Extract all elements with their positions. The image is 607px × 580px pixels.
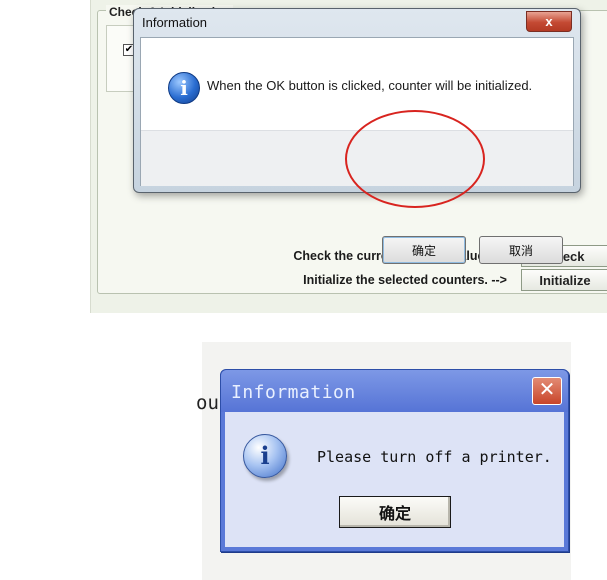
info-icon: i: [168, 72, 200, 104]
printer-message-screenshot: ou k Information ✕ i Please turn off a p…: [196, 342, 571, 580]
ok-button[interactable]: 确定: [382, 236, 466, 264]
dialog-message: When the OK button is clicked, counter w…: [207, 78, 533, 93]
xp-information-dialog: Information ✕ i Please turn off a printe…: [220, 369, 569, 552]
dialog-titlebar: Information ✕: [221, 370, 568, 412]
dialog-title: Information: [142, 15, 208, 30]
close-icon[interactable]: ✕: [532, 377, 562, 405]
dialog-title: Information: [231, 382, 356, 403]
background-text-left: ou: [196, 392, 219, 414]
initialize-button[interactable]: Initialize: [521, 269, 607, 291]
dialog-body: i Please turn off a printer. 确定: [225, 412, 564, 547]
info-icon: i: [243, 434, 287, 478]
close-icon[interactable]: x: [526, 11, 572, 32]
initialize-instruction: Initialize the selected counters. -->: [303, 273, 507, 287]
ok-button[interactable]: 确定: [339, 496, 451, 528]
ok-button-highlight-ring: [345, 110, 485, 208]
initialize-row: Initialize the selected counters. --> In…: [303, 269, 607, 291]
cancel-button[interactable]: 取消: [479, 236, 563, 264]
dialog-message: Please turn off a printer.: [317, 448, 552, 466]
